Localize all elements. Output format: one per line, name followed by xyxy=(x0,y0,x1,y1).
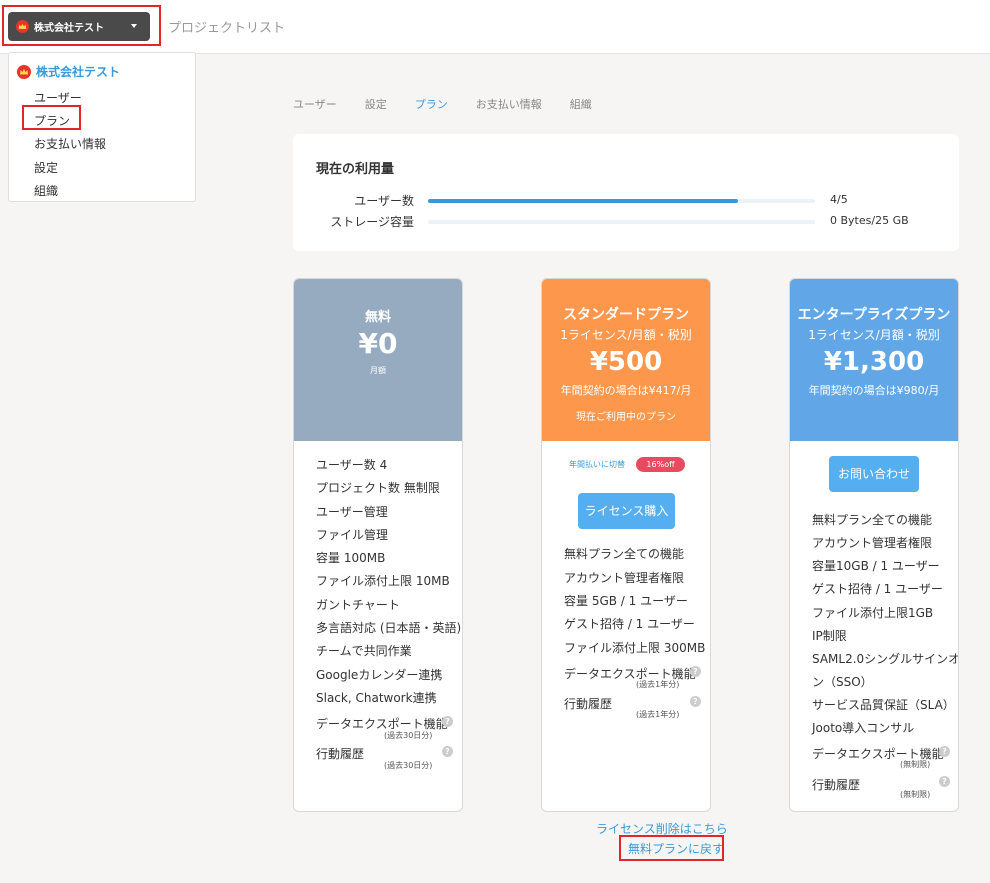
feature-item: ン（SSO） xyxy=(812,675,873,689)
feature-history-sub: (過去1年分) xyxy=(636,710,680,719)
plan-annual-standard: 年間契約の場合は¥417/月 xyxy=(560,384,692,397)
question-icon[interactable]: ? xyxy=(939,776,950,787)
contact-button[interactable]: お問い合わせ xyxy=(829,456,919,492)
tab-organization[interactable]: 組織 xyxy=(570,96,592,112)
plan-price-free: ¥0 xyxy=(358,327,398,360)
dropdown-org-header[interactable]: 株式会社テスト xyxy=(17,63,120,80)
project-list-link[interactable]: プロジェクトリスト xyxy=(168,17,285,36)
tab-plan[interactable]: プラン xyxy=(415,96,448,112)
usage-title: 現在の利用量 xyxy=(316,162,395,177)
feature-item: ユーザー数 4 xyxy=(316,458,388,472)
feature-item: Slack, Chatwork連携 xyxy=(316,691,437,705)
plan-header-free: 無料 ¥0 月額 xyxy=(294,279,462,441)
usage-label-storage: ストレージ容量 xyxy=(330,215,414,229)
plan-header-standard: スタンダードプラン 1ライセンス/月額・税別 ¥500 年間契約の場合は¥417… xyxy=(542,279,710,441)
feature-history: 行動履歴 xyxy=(812,778,861,792)
plan-card-enterprise: エンタープライズプラン 1ライセンス/月額・税別 ¥1,300 年間契約の場合は… xyxy=(789,278,959,812)
plan-name-free: 無料 xyxy=(364,310,391,325)
dropdown-item-users[interactable]: ユーザー xyxy=(34,89,82,106)
feature-item: 無料プラン全ての機能 xyxy=(812,513,933,527)
question-icon[interactable]: ? xyxy=(690,666,701,677)
plan-name-enterprise: エンタープライズプラン xyxy=(797,307,951,323)
feature-item: ファイル管理 xyxy=(316,528,389,542)
usage-bar-users xyxy=(428,199,815,203)
feature-export-sub: (過去30日分) xyxy=(384,731,433,740)
feature-item: サービス品質保証（SLA） xyxy=(812,698,955,712)
tab-users[interactable]: ユーザー xyxy=(293,96,337,112)
feature-item: チームで共同作業 xyxy=(316,644,412,658)
feature-item: 容量10GB / 1 ユーザー xyxy=(812,559,940,573)
feature-item: IP制限 xyxy=(812,629,847,643)
plan-annual-enterprise: 年間契約の場合は¥980/月 xyxy=(808,384,940,397)
feature-item: ファイル添付上限 10MB xyxy=(316,574,450,588)
dropdown-item-settings[interactable]: 設定 xyxy=(34,159,58,176)
feature-item: SAML2.0シングルサインオ xyxy=(812,652,959,666)
feature-item: アカウント管理者権限 xyxy=(564,571,685,585)
highlight-box-plan xyxy=(22,105,81,130)
feature-item: ファイル添付上限 300MB xyxy=(564,641,706,655)
plan-period-free: 月額 xyxy=(370,366,386,375)
plan-name-standard: スタンダードプラン xyxy=(563,307,689,323)
feature-history: 行動履歴 xyxy=(564,697,613,711)
tab-payment[interactable]: お支払い情報 xyxy=(476,96,542,112)
crown-icon xyxy=(17,64,31,79)
feature-item: ガントチャート xyxy=(316,598,400,612)
buy-license-button[interactable]: ライセンス購入 xyxy=(578,493,675,529)
plan-subtitle-enterprise: 1ライセンス/月額・税別 xyxy=(808,328,940,342)
question-icon[interactable]: ? xyxy=(939,746,950,757)
feature-item: ファイル添付上限1GB xyxy=(812,606,934,620)
feature-item: 多言語対応 (日本語・英語) xyxy=(316,621,462,635)
tab-settings[interactable]: 設定 xyxy=(365,96,387,112)
top-bar: 株式会社テスト プロジェクトリスト xyxy=(0,0,990,54)
usage-value-storage: 0 Bytes/25 GB xyxy=(830,214,909,227)
dropdown-item-payment[interactable]: お支払い情報 xyxy=(34,135,106,152)
feature-history: 行動履歴 xyxy=(316,747,365,761)
feature-export-sub: (過去1年分) xyxy=(636,680,680,689)
plan-price-standard: ¥500 xyxy=(589,347,663,377)
feature-item: プロジェクト数 無制限 xyxy=(316,481,440,495)
feature-item: ゲスト招待 / 1 ユーザー xyxy=(564,617,695,631)
plan-subtitle-standard: 1ライセンス/月額・税別 xyxy=(560,328,692,342)
usage-bar-fill-users xyxy=(428,199,738,203)
feature-item: アカウント管理者権限 xyxy=(812,536,933,550)
feature-history-sub: (無制限) xyxy=(900,790,931,799)
dropdown-item-organization[interactable]: 組織 xyxy=(34,182,58,199)
feature-item: 容量 100MB xyxy=(316,551,386,565)
feature-item: ユーザー管理 xyxy=(316,505,388,519)
current-plan-label: 現在ご利用中のプラン xyxy=(576,412,676,423)
feature-item: 容量 5GB / 1 ユーザー xyxy=(564,594,688,608)
highlight-box-free-plan xyxy=(619,835,724,861)
plan-price-enterprise: ¥1,300 xyxy=(823,347,925,377)
usage-label-users: ユーザー数 xyxy=(354,194,414,208)
dropdown-org-name: 株式会社テスト xyxy=(36,65,121,79)
plan-card-free: 無料 ¥0 月額 ユーザー数 4 プロジェクト数 無制限 ユーザー管理 ファイル… xyxy=(293,278,463,812)
usage-bar-storage xyxy=(428,220,815,224)
annual-switch-link[interactable]: 年間払いに切替 xyxy=(569,459,625,470)
usage-value-users: 4/5 xyxy=(830,193,848,206)
discount-badge: 16%off xyxy=(636,457,685,472)
highlight-box-org xyxy=(2,5,161,46)
plan-header-enterprise: エンタープライズプラン 1ライセンス/月額・税別 ¥1,300 年間契約の場合は… xyxy=(790,279,958,441)
plan-card-standard: スタンダードプラン 1ライセンス/月額・税別 ¥500 年間契約の場合は¥417… xyxy=(541,278,711,812)
usage-panel: 現在の利用量 ユーザー数 4/5 ストレージ容量 0 Bytes/25 GB xyxy=(293,134,959,251)
feature-item: ゲスト招待 / 1 ユーザー xyxy=(812,582,943,596)
feature-item: 無料プラン全ての機能 xyxy=(564,547,685,561)
feature-export-sub: (無制限) xyxy=(900,760,931,769)
question-icon[interactable]: ? xyxy=(442,716,453,727)
feature-item: Googleカレンダー連携 xyxy=(316,668,443,682)
settings-tabs: ユーザー 設定 プラン お支払い情報 組織 xyxy=(293,96,620,112)
question-icon[interactable]: ? xyxy=(442,746,453,757)
feature-history-sub: (過去30日分) xyxy=(384,761,433,770)
question-icon[interactable]: ? xyxy=(690,696,701,707)
feature-item: Jooto導入コンサル xyxy=(812,721,915,735)
